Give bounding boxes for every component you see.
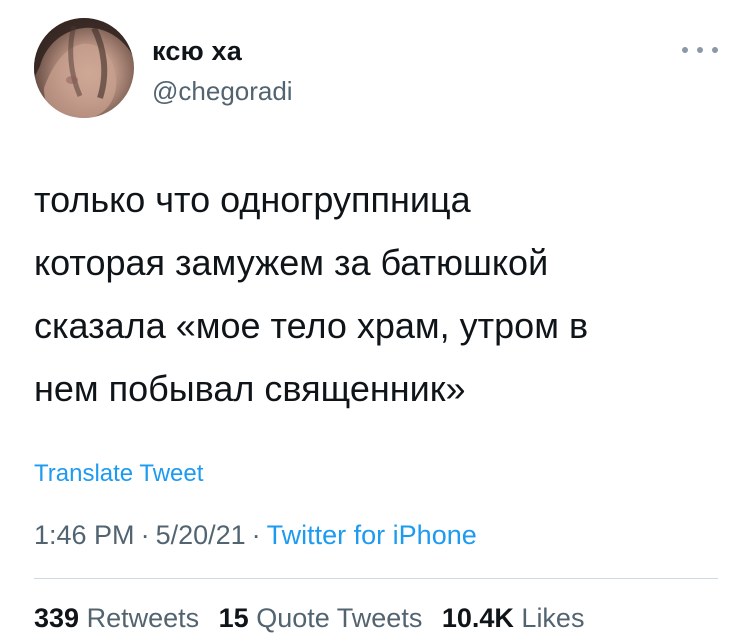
- translate-tweet-link[interactable]: Translate Tweet: [34, 460, 203, 488]
- tweet-card: ксю ха @chegoradi только что одногруппни…: [0, 0, 750, 642]
- retweets-label: Retweets: [86, 603, 200, 633]
- tweet-metadata: 1:46 PM · 5/20/21 · Twitter for iPhone: [34, 520, 477, 551]
- tweet-date[interactable]: 5/20/21: [156, 520, 246, 550]
- tweet-source-link[interactable]: Twitter for iPhone: [267, 520, 477, 550]
- likes-label: Likes: [521, 603, 585, 633]
- quote-tweets-count: 15: [218, 603, 249, 633]
- likes-stat[interactable]: 10.4K Likes: [442, 603, 585, 633]
- author-display-name[interactable]: ксю ха: [152, 36, 242, 67]
- quote-tweets-label: Quote Tweets: [256, 603, 423, 633]
- tweet-text: только что одногруппница которая замужем…: [34, 179, 589, 409]
- dot: [697, 47, 703, 53]
- more-horizontal-icon[interactable]: [682, 44, 718, 56]
- separator: ·: [140, 520, 150, 550]
- retweets-count: 339: [34, 603, 80, 633]
- quote-tweets-stat[interactable]: 15 Quote Tweets: [219, 603, 423, 633]
- separator: ·: [251, 520, 261, 550]
- dot: [682, 47, 688, 53]
- author-handle[interactable]: @chegoradi: [152, 76, 293, 107]
- divider: [34, 578, 718, 579]
- retweets-stat[interactable]: 339 Retweets: [34, 603, 199, 633]
- avatar[interactable]: [34, 18, 134, 118]
- tweet-stats: 339 Retweets 15 Quote Tweets 10.4K Likes: [34, 603, 596, 634]
- tweet-time[interactable]: 1:46 PM: [34, 520, 135, 550]
- likes-count: 10.4K: [441, 603, 514, 633]
- avatar-photo: [34, 18, 134, 118]
- dot: [712, 47, 718, 53]
